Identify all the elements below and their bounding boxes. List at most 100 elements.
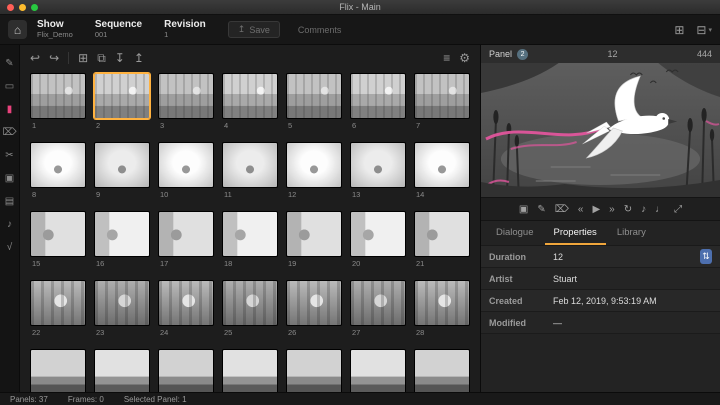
comments-input[interactable]: Comments [294, 22, 444, 38]
panel-thumbnail[interactable] [30, 73, 86, 119]
panel-thumbnail[interactable] [350, 142, 406, 188]
storyboard-panel-14[interactable]: 14 [414, 142, 470, 199]
audio-tool-icon[interactable]: ♪ [3, 218, 17, 231]
panel-thumbnail[interactable] [222, 211, 278, 257]
storyboard-panel-10[interactable]: 10 [158, 142, 214, 199]
panel-thumbnail[interactable] [94, 349, 150, 392]
storyboard-panel-27[interactable]: 27 [350, 280, 406, 337]
storyboard-panel-7[interactable]: 7 [414, 73, 470, 130]
storyboard-panel-31[interactable]: 31 [158, 349, 214, 392]
storyboard-panel-32[interactable]: 32 [222, 349, 278, 392]
grid-scroll-area[interactable]: 1234567891011121314151617181920212223242… [20, 71, 480, 392]
undo-icon[interactable]: ↩ [30, 51, 40, 65]
import-panel-icon[interactable]: ↧ [115, 51, 125, 65]
storyboard-panel-19[interactable]: 19 [286, 211, 342, 268]
panel-thumbnail[interactable] [222, 142, 278, 188]
panel-thumbnail[interactable] [350, 73, 406, 119]
panel-thumbnail[interactable] [30, 349, 86, 392]
panel-thumbnail[interactable] [350, 211, 406, 257]
record-panel-icon[interactable]: ▮ [3, 103, 17, 116]
storyboard-panel-28[interactable]: 28 [414, 280, 470, 337]
panel-thumbnail[interactable] [158, 211, 214, 257]
storyboard-panel-21[interactable]: 21 [414, 211, 470, 268]
panel-thumbnail[interactable] [414, 73, 470, 119]
delete-panel-icon[interactable]: ⌦ [3, 126, 17, 139]
show-section[interactable]: Show Flix_Demo [37, 19, 73, 39]
storyboard-panel-1[interactable]: 1 [30, 73, 86, 130]
storyboard-panel-29[interactable]: 29 [30, 349, 86, 392]
panel-thumbnail[interactable] [94, 73, 150, 119]
view-options-icon[interactable]: ≡ [443, 51, 450, 65]
panel-thumbnail[interactable] [222, 280, 278, 326]
play-icon[interactable]: ▶ [592, 204, 600, 215]
duplicate-panel-icon[interactable]: ⧉ [97, 51, 106, 66]
storyboard-panel-4[interactable]: 4 [222, 73, 278, 130]
close-button[interactable] [7, 4, 14, 11]
storyboard-panel-30[interactable]: 30 [94, 349, 150, 392]
new-panel-icon[interactable]: ⊞ [78, 51, 88, 65]
panel-thumbnail[interactable] [286, 211, 342, 257]
panel-thumbnail[interactable] [286, 142, 342, 188]
storyboard-panel-15[interactable]: 15 [30, 211, 86, 268]
panel-thumbnail[interactable] [286, 280, 342, 326]
panel-thumbnail[interactable] [414, 211, 470, 257]
cut-panel-icon[interactable]: ✂ [3, 149, 17, 162]
revision-section[interactable]: Revision 1 [164, 19, 206, 39]
home-button[interactable]: ⌂ [8, 20, 27, 39]
storyboard-panel-34[interactable]: 34 [350, 349, 406, 392]
storyboard-panel-11[interactable]: 11 [222, 142, 278, 199]
mute-icon[interactable]: ♩ [655, 204, 665, 215]
storyboard-panel-24[interactable]: 24 [158, 280, 214, 337]
storyboard-panel-9[interactable]: 9 [94, 142, 150, 199]
delete-icon[interactable]: ⌦ [555, 204, 569, 215]
copy-panel-icon[interactable]: ▣ [3, 172, 17, 185]
export-panel-icon[interactable]: ↥ [134, 51, 144, 65]
panels-tool-icon[interactable]: ▭ [3, 80, 17, 93]
storyboard-panel-12[interactable]: 12 [286, 142, 342, 199]
storyboard-panel-6[interactable]: 6 [350, 73, 406, 130]
panel-thumbnail[interactable] [158, 73, 214, 119]
panel-thumbnail[interactable] [30, 280, 86, 326]
storyboard-panel-17[interactable]: 17 [158, 211, 214, 268]
paste-panel-icon[interactable]: ▤ [3, 195, 17, 208]
view-switcher-button[interactable]: ⊟ ▾ [696, 23, 712, 37]
save-button[interactable]: ↥ Save [228, 21, 280, 38]
panel-thumbnail[interactable] [222, 73, 278, 119]
loop-icon[interactable]: ↻ [624, 204, 632, 215]
panel-thumbnail[interactable] [414, 280, 470, 326]
storyboard-panel-22[interactable]: 22 [30, 280, 86, 337]
duration-stepper[interactable]: ⇅ [700, 249, 712, 264]
skip-start-icon[interactable]: « [578, 204, 584, 215]
storyboard-panel-26[interactable]: 26 [286, 280, 342, 337]
panel-thumbnail[interactable] [158, 349, 214, 392]
panel-thumbnail[interactable] [158, 142, 214, 188]
storyboard-panel-25[interactable]: 25 [222, 280, 278, 337]
minimize-button[interactable] [19, 4, 26, 11]
panel-thumbnail[interactable] [350, 349, 406, 392]
panel-thumbnail[interactable] [94, 280, 150, 326]
storyboard-panel-33[interactable]: 33 [286, 349, 342, 392]
panel-thumbnail[interactable] [286, 349, 342, 392]
panel-thumbnail[interactable] [286, 73, 342, 119]
panel-thumbnail[interactable] [414, 142, 470, 188]
panel-thumbnail[interactable] [350, 280, 406, 326]
panel-thumbnail[interactable] [30, 142, 86, 188]
panel-thumbnail[interactable] [30, 211, 86, 257]
edit-panel-icon[interactable]: ✎ [537, 204, 545, 215]
storyboard-panel-2[interactable]: 2 [94, 73, 150, 130]
snapshot-icon[interactable]: ▣ [519, 204, 528, 215]
version-tool-icon[interactable]: √ [3, 241, 17, 254]
storyboard-panel-5[interactable]: 5 [286, 73, 342, 130]
panel-thumbnail[interactable] [158, 280, 214, 326]
audio-icon[interactable]: ♪ [641, 204, 646, 215]
tab-properties[interactable]: Properties [545, 223, 606, 245]
tab-library[interactable]: Library [608, 223, 655, 245]
storyboard-panel-18[interactable]: 18 [222, 211, 278, 268]
storyboard-panel-16[interactable]: 16 [94, 211, 150, 268]
storyboard-panel-3[interactable]: 3 [158, 73, 214, 130]
fullscreen-icon[interactable]: ⤢ [674, 204, 682, 215]
tab-dialogue[interactable]: Dialogue [487, 223, 543, 245]
sequence-section[interactable]: Sequence 001 [95, 19, 142, 39]
skip-end-icon[interactable]: » [609, 204, 615, 215]
panel-thumbnail[interactable] [414, 349, 470, 392]
